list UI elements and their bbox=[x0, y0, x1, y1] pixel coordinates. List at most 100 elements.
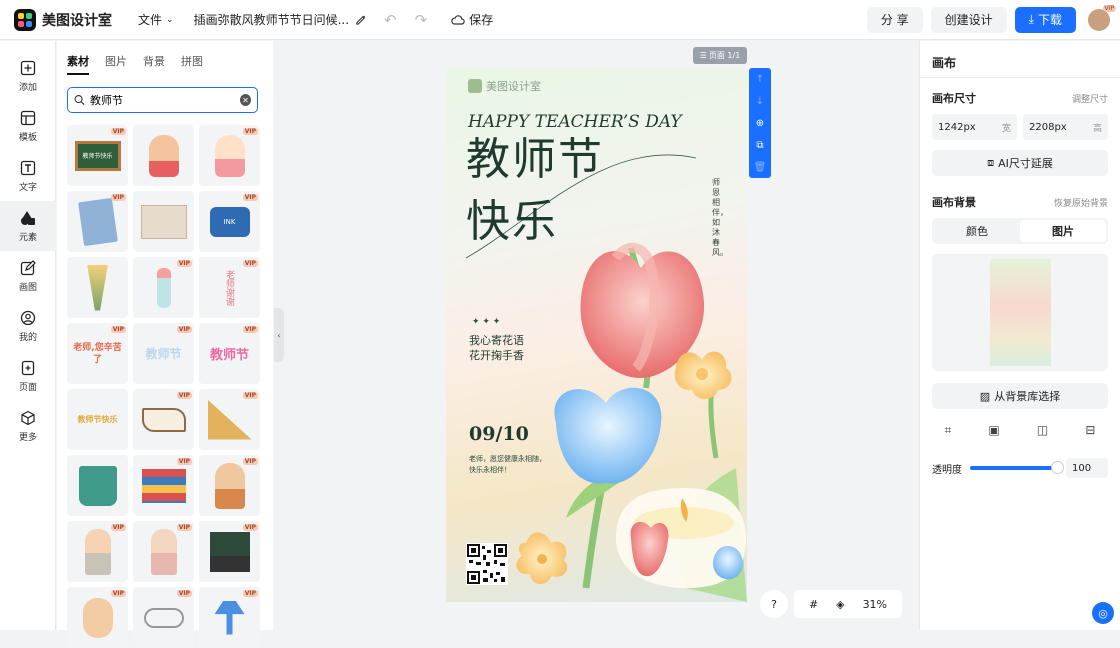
shapes-icon bbox=[19, 209, 37, 227]
asset-item[interactable]: VIP bbox=[133, 587, 194, 648]
from-library-button[interactable]: ▨ 从背景库选择 bbox=[932, 383, 1108, 409]
tab-collage[interactable]: 拼图 bbox=[181, 53, 203, 75]
flip-horizontal-icon[interactable]: ◫ bbox=[1037, 423, 1048, 438]
asset-item[interactable]: 教师节快乐 VIP bbox=[67, 125, 128, 186]
asset-thumbnail bbox=[84, 528, 111, 575]
asset-item[interactable]: VIP bbox=[199, 587, 260, 648]
nav-item-draw[interactable]: 画图 bbox=[0, 251, 56, 301]
ai-resize-icon: ⧈ bbox=[987, 156, 995, 169]
create-design-button[interactable]: 创建设计 bbox=[930, 6, 1007, 33]
asset-item[interactable]: VIP bbox=[199, 389, 260, 450]
height-field[interactable]: 2208px 高 bbox=[1023, 114, 1108, 140]
asset-item[interactable]: 教师节快乐 bbox=[67, 389, 128, 450]
segment-color[interactable]: 颜色 bbox=[934, 220, 1020, 242]
flip-vertical-icon[interactable]: ⊟ bbox=[1085, 423, 1095, 438]
asset-thumbnail bbox=[150, 528, 177, 575]
asset-item[interactable]: VIP bbox=[67, 521, 128, 582]
redo-icon[interactable]: ↷ bbox=[415, 11, 428, 29]
asset-item[interactable]: 教师节 VIP bbox=[199, 323, 260, 384]
support-icon[interactable]: ◎ bbox=[1092, 602, 1114, 624]
document-title[interactable]: 插画弥散风教师节节日问候... bbox=[194, 11, 366, 28]
slider-handle[interactable] bbox=[1051, 461, 1064, 474]
undo-icon[interactable]: ↶ bbox=[384, 11, 397, 29]
vip-tag: VIP bbox=[176, 260, 192, 267]
asset-item[interactable]: VIP bbox=[199, 521, 260, 582]
asset-item[interactable]: VIP bbox=[67, 587, 128, 648]
width-field[interactable]: 1242px 宽 bbox=[932, 114, 1017, 140]
asset-item[interactable]: 老师,您辛苦了 VIP bbox=[67, 323, 128, 384]
asset-item[interactable]: VIP bbox=[133, 455, 194, 516]
asset-item[interactable]: VIP bbox=[199, 455, 260, 516]
nav-item-more[interactable]: 更多 bbox=[0, 401, 56, 451]
ai-extend-label: AI尺寸延展 bbox=[998, 157, 1053, 170]
download-button[interactable]: ⤓ 下载 bbox=[1014, 6, 1076, 33]
help-button[interactable]: ? bbox=[760, 590, 788, 618]
nav-item-text[interactable]: 文字 bbox=[0, 151, 56, 201]
poster-brand: 美图设计室 bbox=[468, 78, 541, 94]
delete-page-icon[interactable]: 🗑 bbox=[754, 162, 767, 173]
file-menu[interactable]: 文件 ⌄ bbox=[138, 11, 174, 28]
asset-item[interactable] bbox=[67, 455, 128, 516]
nav-label: 添加 bbox=[18, 83, 37, 93]
nav-item-add[interactable]: 添加 bbox=[0, 51, 56, 101]
nav-item-mine[interactable]: 我的 bbox=[0, 301, 56, 351]
asset-thumbnail bbox=[148, 134, 179, 177]
asset-item[interactable]: 教师节 VIP bbox=[133, 323, 194, 384]
move-down-icon[interactable]: ↓ bbox=[756, 96, 764, 107]
asset-thumbnail bbox=[77, 197, 118, 246]
poster-canvas[interactable]: 美图设计室 HAPPY TEACHER’S DAY 教师节 快乐 师恩相伴，如沐… bbox=[446, 68, 747, 602]
asset-item[interactable]: VIP bbox=[67, 191, 128, 252]
adjust-size-link[interactable]: 调整尺寸 bbox=[1072, 92, 1108, 105]
asset-thumbnail: 老师,您辛苦了 bbox=[72, 342, 124, 366]
share-button[interactable]: 分 享 bbox=[866, 6, 923, 33]
app-logo[interactable]: 美图设计室 bbox=[14, 8, 112, 31]
crop-icon[interactable]: ⌗ bbox=[945, 423, 952, 438]
asset-item[interactable]: VIP bbox=[133, 389, 194, 450]
asset-item[interactable] bbox=[133, 125, 194, 186]
search-input[interactable] bbox=[90, 93, 235, 107]
zoom-level[interactable]: 31% bbox=[863, 598, 887, 611]
tab-image[interactable]: 图片 bbox=[105, 53, 127, 75]
qr-code bbox=[466, 543, 508, 585]
nav-item-page[interactable]: 页面 bbox=[0, 351, 56, 401]
tab-background[interactable]: 背景 bbox=[143, 53, 165, 75]
avatar[interactable]: VIP bbox=[1088, 4, 1116, 31]
asset-item[interactable]: INK VIP bbox=[199, 191, 260, 252]
width-value: 1242px bbox=[938, 121, 976, 133]
vip-tag: VIP bbox=[242, 194, 258, 201]
plus-square-icon bbox=[19, 59, 37, 77]
grid-icon[interactable]: # bbox=[809, 598, 818, 611]
page-indicator[interactable]: ☰ 页面 1/1 bbox=[693, 47, 747, 64]
add-page-icon[interactable]: ⊕ bbox=[756, 118, 764, 129]
asset-thumbnail bbox=[140, 204, 187, 239]
help-label: ? bbox=[771, 597, 777, 611]
bg-preview[interactable] bbox=[932, 254, 1108, 371]
layers-icon[interactable]: ◈ bbox=[836, 598, 844, 611]
clear-icon[interactable]: ✕ bbox=[240, 94, 251, 106]
segment-image[interactable]: 图片 bbox=[1020, 220, 1106, 242]
height-value: 2208px bbox=[1029, 121, 1067, 133]
asset-item[interactable]: VIP bbox=[133, 521, 194, 582]
tab-material[interactable]: 素材 bbox=[67, 53, 89, 75]
asset-item[interactable] bbox=[133, 191, 194, 252]
opacity-slider[interactable] bbox=[970, 461, 1064, 474]
vip-tag: VIP bbox=[110, 128, 126, 135]
move-up-icon[interactable]: ↑ bbox=[756, 74, 764, 85]
duplicate-page-icon[interactable]: ⧉ bbox=[756, 140, 763, 151]
canvas-area: ☰ 页面 1/1 美图设计室 HAPPY TEACHER’S DAY 教师节 快… bbox=[275, 41, 918, 630]
restore-bg-link[interactable]: 恢复原始背景 bbox=[1054, 196, 1108, 209]
asset-item[interactable]: VIP bbox=[133, 257, 194, 318]
opacity-value[interactable]: 100 bbox=[1066, 458, 1108, 478]
image-filter-icon[interactable]: ▣ bbox=[988, 423, 999, 438]
asset-item[interactable]: VIP bbox=[199, 125, 260, 186]
asset-thumbnail: 教师节 bbox=[145, 345, 181, 362]
from-library-label: 从背景库选择 bbox=[994, 390, 1061, 403]
save-button[interactable]: 保存 bbox=[451, 11, 493, 28]
nav-label: 文字 bbox=[18, 183, 37, 193]
asset-item[interactable]: 老师谢谢 VIP bbox=[199, 257, 260, 318]
asset-item[interactable] bbox=[67, 257, 128, 318]
ai-extend-button[interactable]: ⧈ AI尺寸延展 bbox=[932, 150, 1108, 176]
search-box[interactable]: ✕ bbox=[67, 87, 258, 113]
nav-item-template[interactable]: 模板 bbox=[0, 101, 56, 151]
nav-item-elements[interactable]: 元素 bbox=[0, 201, 56, 251]
